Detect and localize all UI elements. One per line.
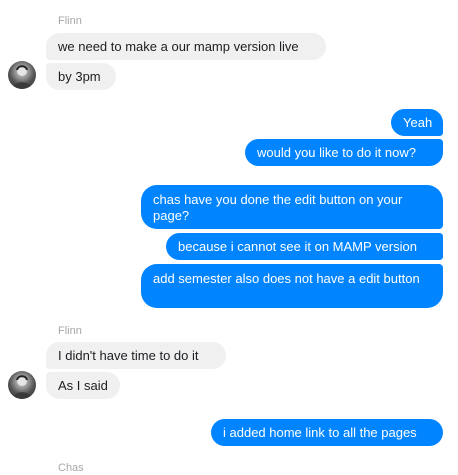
message-bubble-outgoing[interactable]: Yeah — [391, 109, 443, 136]
user-avatar-icon — [12, 375, 32, 399]
user-avatar-icon — [12, 65, 32, 89]
sender-name-flinn: Flinn — [58, 15, 82, 27]
sender-name-flinn: Flinn — [58, 325, 82, 337]
message-bubble-outgoing[interactable]: because i cannot see it on MAMP version — [166, 233, 443, 260]
message-bubble-incoming[interactable]: we need to make a our mamp version live — [46, 33, 326, 60]
message-bubble-incoming[interactable]: by 3pm — [46, 63, 116, 90]
message-bubble-incoming[interactable]: As I said — [46, 372, 120, 399]
message-bubble-incoming[interactable]: I didn't have time to do it — [46, 342, 226, 369]
message-bubble-outgoing[interactable]: add semester also does not have a edit b… — [141, 264, 443, 308]
sender-name-chas: Chas — [58, 462, 84, 474]
message-bubble-outgoing[interactable]: i added home link to all the pages — [211, 419, 443, 446]
message-bubble-outgoing[interactable]: chas have you done the edit button on yo… — [141, 185, 443, 229]
avatar-flinn[interactable] — [8, 371, 36, 399]
avatar-flinn[interactable] — [8, 61, 36, 89]
message-bubble-outgoing[interactable]: would you like to do it now? — [245, 139, 443, 166]
